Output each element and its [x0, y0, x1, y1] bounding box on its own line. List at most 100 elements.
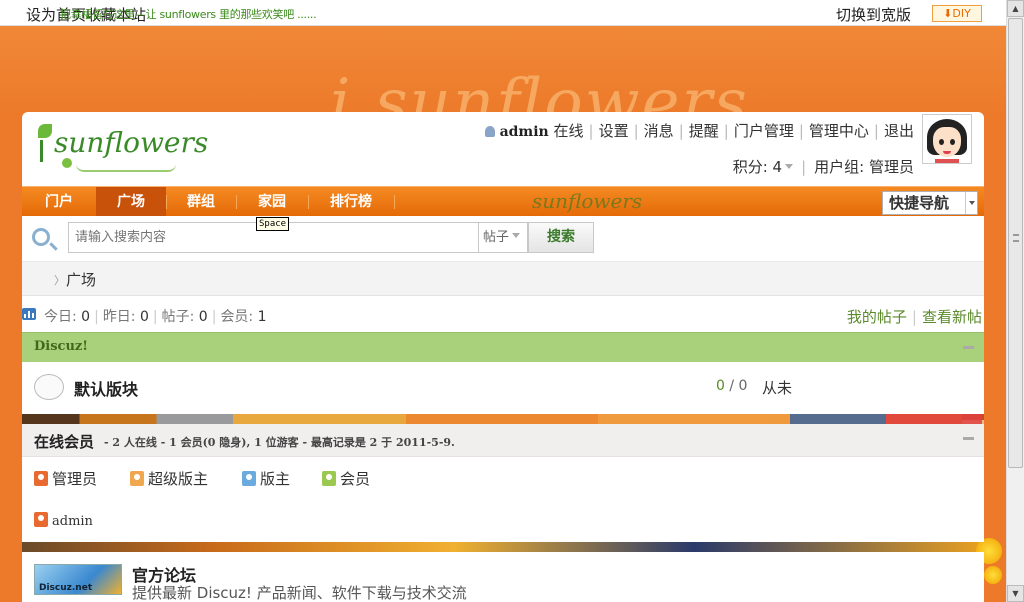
avatar-eye	[950, 139, 955, 145]
member-icon	[322, 471, 336, 486]
forum-row: 默认版块 0 / 0 从未	[22, 362, 984, 414]
logo-image-text: Discuz.net	[39, 583, 93, 593]
members-label: 会员:	[220, 309, 254, 325]
nav-item-portal[interactable]: 门户	[22, 187, 96, 217]
online-status: 在线	[553, 122, 584, 140]
chevron-down-icon	[512, 233, 521, 238]
yesterday-count: 0	[139, 309, 149, 325]
messages-link[interactable]: 消息	[644, 122, 674, 140]
legend-admin: 管理员	[34, 468, 97, 489]
forum-stats: 今日: 0 | 昨日: 0 | 帖子: 0 | 会员: 1 我的帖子 | 查看新帖	[22, 296, 984, 332]
online-member[interactable]: admin	[34, 512, 93, 529]
avatar-body	[935, 159, 959, 163]
points-label: 积分: 4	[732, 158, 783, 176]
down-arrow-icon: ⬇	[943, 7, 953, 20]
category-title[interactable]: Discuz!	[34, 339, 88, 354]
online-header: 在线会员 - 2 人在线 - 1 会员(0 隐身), 1 位游客 - 最高记录是…	[22, 424, 984, 457]
legend-label: 会员	[340, 470, 371, 488]
avatar[interactable]	[922, 114, 972, 164]
nav-item-square[interactable]: 广场	[96, 187, 166, 217]
scrollbar-thumb[interactable]	[1008, 18, 1023, 468]
stats-links: 我的帖子 | 查看新帖	[846, 308, 982, 326]
diy-button[interactable]: ⬇DIY	[932, 5, 982, 22]
marquee-text: 把幸福留在这里—让 sunflowers 里的那些欢笑吧 ......	[60, 8, 317, 21]
site-header: sunflowers admin 在线 | 设置 | 消息 | 提醒 | 门户管理 | 管理中心 | 退…	[22, 112, 984, 186]
stats-line: 今日: 0 | 昨日: 0 | 帖子: 0 | 会员: 1	[44, 309, 267, 325]
quick-nav-button[interactable]: 快捷导航	[882, 191, 978, 215]
legend-member: 会员	[322, 468, 370, 489]
nav-item-ranking[interactable]: 排行榜	[308, 187, 394, 217]
points-dropdown[interactable]: 积分: 4	[732, 158, 794, 176]
main-nav: 门户 广场 群组 家园 排行榜 sunflowers 快捷导航 Space	[22, 186, 984, 231]
posts-count: 0	[198, 309, 208, 325]
search-scope-select[interactable]: 帖子	[478, 222, 528, 253]
diy-label: DIY	[952, 7, 971, 20]
legend-label: 超级版主	[148, 470, 209, 488]
link-description: 提供最新 Discuz! 产品新闻、软件下载与技术交流	[132, 584, 467, 602]
settings-link[interactable]: 设置	[599, 122, 629, 140]
site-logo[interactable]: sunflowers	[36, 120, 208, 176]
logout-link[interactable]: 退出	[884, 122, 914, 140]
new-posts-link[interactable]: 查看新帖	[922, 308, 982, 326]
forum-counts: 0 / 0	[716, 378, 748, 394]
logo-swirl	[76, 164, 176, 172]
online-detail: - 2 人在线 - 1 会员(0 隐身), 1 位游客 - 最高记录是 2 于 …	[104, 436, 455, 449]
user-info: 积分: 4 | 用户组: 管理员	[732, 158, 914, 176]
main-panel: sunflowers admin 在线 | 设置 | 消息 | 提醒 | 门户管理 | 管理中心 | 退…	[22, 112, 984, 414]
breadcrumb: 〉 广场	[22, 262, 984, 296]
chevron-down-icon	[785, 164, 794, 169]
legend-super-mod: 超级版主	[130, 468, 208, 489]
portal-admin-link[interactable]: 门户管理	[734, 122, 794, 140]
legend-label: 管理员	[52, 470, 98, 488]
tooltip: Space	[256, 217, 290, 231]
nav-item-home[interactable]: 家园	[236, 187, 308, 217]
breadcrumb-current[interactable]: 广场	[66, 269, 96, 290]
search-button[interactable]: 搜索	[528, 222, 594, 253]
legend-mod: 版主	[242, 468, 290, 489]
chevron-down-icon	[965, 192, 977, 214]
nav-item-groups[interactable]: 群组	[166, 187, 236, 217]
notifications-link[interactable]: 提醒	[689, 122, 719, 140]
logo-flower-icon	[62, 158, 72, 168]
sunflower-decoration	[984, 566, 1002, 584]
forum-name[interactable]: 默认版块	[74, 376, 138, 400]
quick-nav-label: 快捷导航	[889, 194, 950, 212]
admin-center-link[interactable]: 管理中心	[809, 122, 869, 140]
top-toolbar: 设为首页收藏本站 把幸福留在这里—让 sunflowers 里的那些欢笑吧 ..…	[0, 0, 1006, 26]
online-title[interactable]: 在线会员	[34, 431, 94, 452]
members-count: 1	[257, 309, 267, 325]
posts-label: 帖子:	[161, 309, 195, 325]
search-bar: 帖子 搜索	[22, 216, 984, 262]
super-moderator-icon	[130, 471, 144, 486]
friend-links: Discuz.net 官方论坛 提供最新 Discuz! 产品新闻、软件下载与技…	[22, 552, 984, 602]
collapse-icon[interactable]	[963, 437, 974, 440]
last-post: 从未	[762, 379, 793, 397]
online-members: 在线会员 - 2 人在线 - 1 会员(0 隐身), 1 位游客 - 最高记录是…	[22, 424, 984, 542]
search-scope-label: 帖子	[483, 230, 510, 245]
logo-text: sunflowers	[54, 126, 209, 159]
scroll-down-icon[interactable]: ▼	[1007, 585, 1024, 602]
search-icon	[32, 228, 50, 246]
discuz-logo-image[interactable]: Discuz.net	[34, 564, 122, 595]
forum-status-icon	[34, 374, 64, 400]
user-icon	[484, 126, 495, 137]
stats-icon	[22, 308, 36, 320]
my-posts-link[interactable]: 我的帖子	[847, 308, 907, 326]
collapse-icon[interactable]	[963, 346, 974, 349]
admin-user-icon	[34, 471, 48, 486]
username-link[interactable]: admin	[500, 124, 549, 140]
thread-count: 0	[716, 378, 725, 394]
post-count: 0	[738, 378, 748, 394]
logo-i-stem	[40, 140, 43, 162]
usergroup-label: 用户组: 管理员	[814, 158, 914, 176]
scroll-up-icon[interactable]: ▲	[1007, 0, 1024, 17]
moderator-icon	[242, 471, 256, 486]
breadcrumb-separator-icon: 〉	[54, 274, 65, 287]
switch-wide-link[interactable]: 切换到宽版	[836, 4, 911, 25]
nav-decoration: sunflowers	[532, 189, 643, 213]
clover-icon	[38, 124, 52, 138]
today-count: 0	[81, 309, 91, 325]
today-label: 今日:	[44, 309, 77, 325]
vertical-scrollbar[interactable]: ▲ ▼	[1006, 0, 1024, 602]
user-bar: admin 在线 | 设置 | 消息 | 提醒 | 门户管理 | 管理中心 | 退出	[484, 120, 914, 141]
